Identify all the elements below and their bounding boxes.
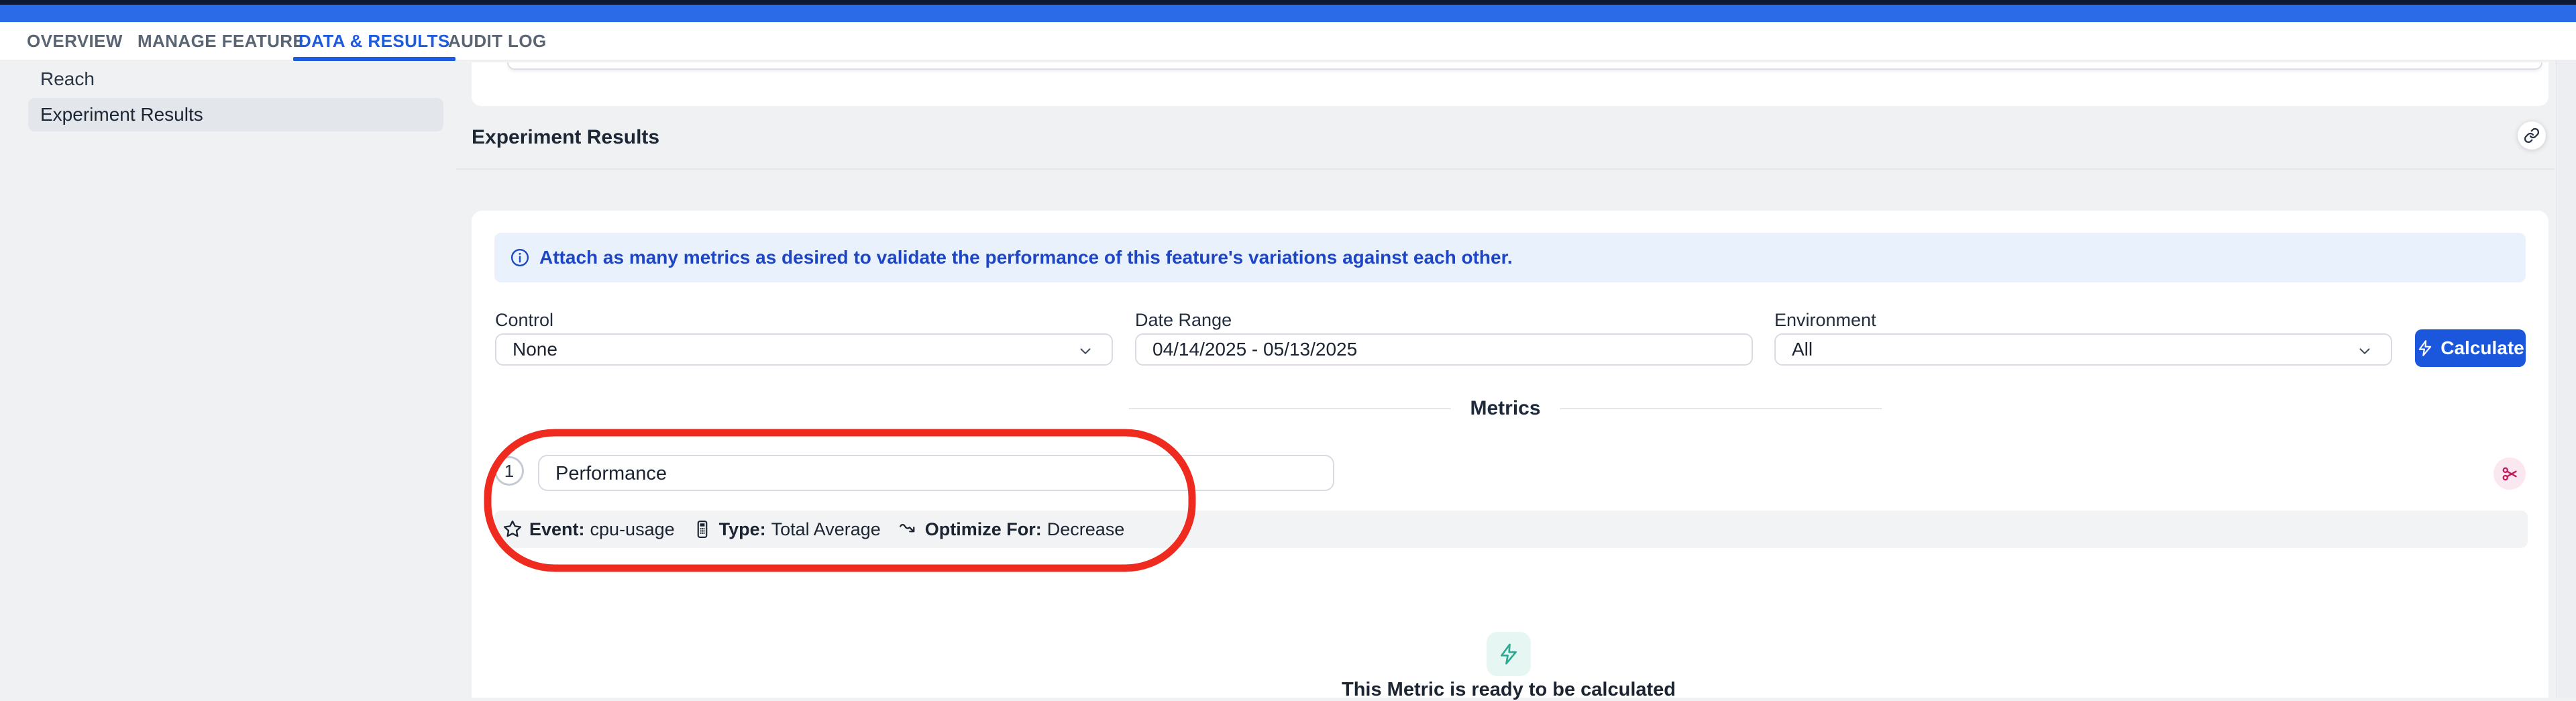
metric-optimize-group: Optimize For: Decrease — [898, 519, 1125, 540]
scrolled-table-bottom-edge — [507, 62, 2542, 70]
date-range-value: 04/14/2025 - 05/13/2025 — [1152, 339, 1357, 360]
optimize-for-value: Decrease — [1047, 519, 1125, 540]
metric-summary-row: Event: cpu-usage Type: T — [494, 510, 2528, 548]
link-icon — [2524, 127, 2540, 144]
control-label: Control — [495, 310, 553, 331]
metrics-info-banner: Attach as many metrics as desired to val… — [494, 233, 2526, 282]
date-range-input[interactable]: 04/14/2025 - 05/13/2025 — [1135, 333, 1753, 366]
calculate-button[interactable]: Calculate — [2415, 329, 2526, 367]
metric-type-group: Type: Total Average — [692, 519, 881, 540]
feature-tab-bar: OVERVIEW MANAGE FEATURE DATA & RESULTS A… — [0, 22, 2576, 60]
metrics-section-divider: Metrics — [1129, 397, 1882, 420]
app-root: OVERVIEW MANAGE FEATURE DATA & RESULTS A… — [0, 0, 2576, 698]
page-title: Experiment Results — [472, 126, 659, 149]
metric-event-group: Event: cpu-usage — [502, 519, 675, 540]
date-range-label: Date Range — [1135, 310, 1232, 331]
type-value: Total Average — [771, 519, 881, 540]
divider-line-left — [1129, 408, 1451, 409]
sidebar-item-reach[interactable]: Reach — [40, 67, 95, 91]
scissors-icon — [2501, 465, 2519, 483]
remove-metric-button[interactable] — [2493, 457, 2526, 490]
app-header-bar — [0, 5, 2576, 22]
metrics-divider-label: Metrics — [1470, 397, 1540, 420]
trending-down-icon — [898, 519, 918, 539]
tab-data-and-results[interactable]: DATA & RESULTS — [299, 22, 450, 60]
environment-label: Environment — [1774, 310, 1876, 331]
calculator-icon — [692, 519, 712, 539]
scrolled-card-bottom — [472, 62, 2548, 106]
tab-manage-feature[interactable]: MANAGE FEATURE — [138, 22, 305, 60]
sidebar-item-label: Experiment Results — [40, 98, 443, 131]
event-label: Event: — [529, 519, 585, 540]
lightning-bolt-icon — [2416, 339, 2434, 357]
optimize-for-label: Optimize For: — [925, 519, 1042, 540]
window-top-edge — [0, 0, 2576, 5]
chevron-down-icon — [2356, 342, 2373, 360]
divider-line-right — [1560, 408, 1882, 409]
tab-audit-log[interactable]: AUDIT LOG — [448, 22, 547, 60]
metric-ready-icon-box — [1487, 632, 1531, 676]
lightning-bolt-icon — [1497, 643, 1520, 665]
metric-name-input[interactable]: Performance — [538, 455, 1334, 491]
copy-section-link-button[interactable] — [2518, 121, 2546, 150]
banner-text: Attach as many metrics as desired to val… — [539, 247, 1513, 268]
control-select-value: None — [513, 339, 557, 360]
environment-select-value: All — [1792, 339, 1813, 360]
control-select[interactable]: None — [495, 333, 1113, 366]
environment-select[interactable]: All — [1774, 333, 2392, 366]
experiment-results-card: Attach as many metrics as desired to val… — [472, 211, 2548, 698]
metric-index-badge: 1 — [494, 456, 524, 486]
section-divider-line — [456, 168, 2555, 170]
vertical-scrollbar[interactable] — [2556, 60, 2576, 698]
event-value: cpu-usage — [590, 519, 675, 540]
chevron-down-icon — [1077, 342, 1094, 360]
type-label: Type: — [719, 519, 766, 540]
calculate-button-label: Calculate — [2440, 337, 2524, 359]
tab-overview[interactable]: OVERVIEW — [27, 22, 123, 60]
sidebar-item-experiment-results[interactable]: Experiment Results — [28, 98, 443, 131]
info-circle-icon — [510, 248, 530, 268]
metric-name-value: Performance — [555, 463, 1333, 485]
star-icon — [502, 519, 523, 539]
metric-ready-text: This Metric is ready to be calculated — [1342, 679, 1676, 701]
